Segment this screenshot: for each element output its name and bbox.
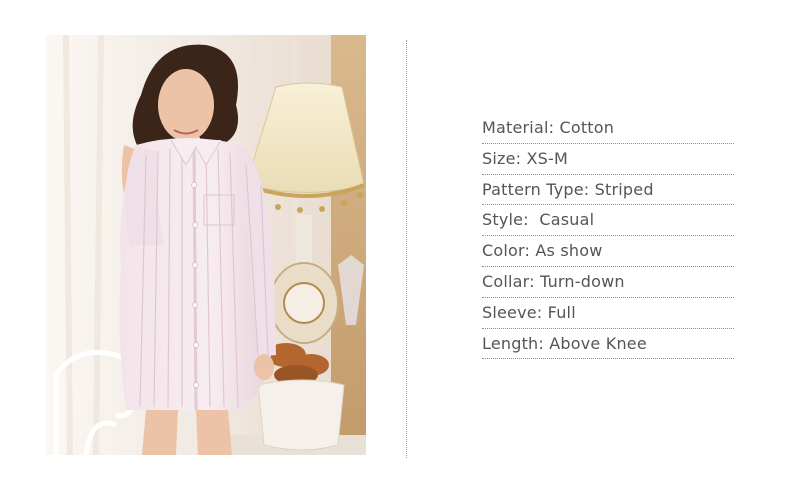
spec-length: Length: Above Knee	[482, 329, 734, 360]
spec-material: Material: Cotton	[482, 113, 734, 144]
vertical-divider	[406, 40, 407, 458]
spec-style: Style: Casual	[482, 205, 734, 237]
spec-pattern-type: Pattern Type: Striped	[482, 175, 734, 206]
product-photo	[46, 35, 366, 455]
spec-collar: Collar: Turn-down	[482, 267, 734, 298]
spec-size: Size: XS-M	[482, 144, 734, 175]
spec-sleeve: Sleeve: Full	[482, 298, 734, 329]
spec-color: Color: As show	[482, 236, 734, 267]
product-specs-list: Material: Cotton Size: XS-M Pattern Type…	[482, 113, 734, 360]
